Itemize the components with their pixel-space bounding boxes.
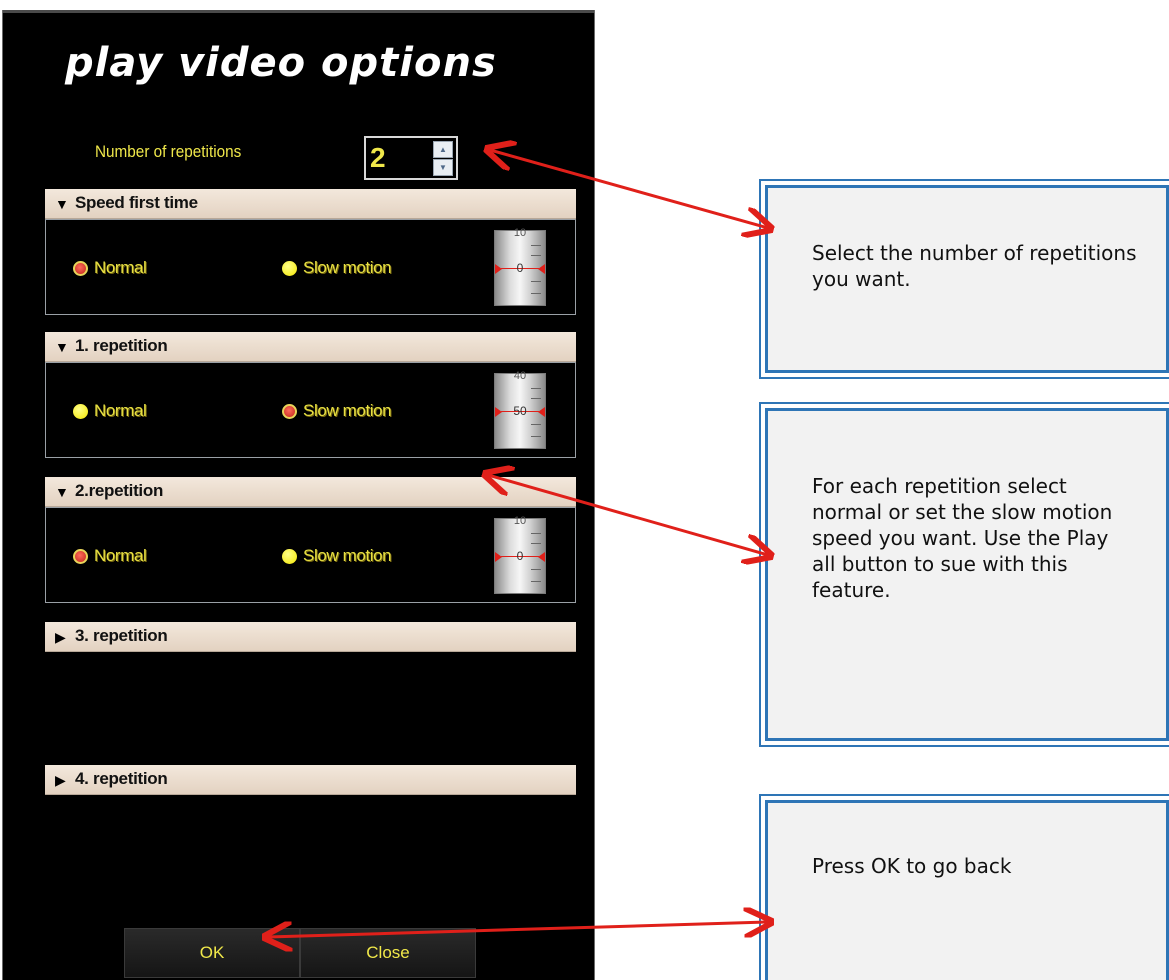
section-header-speed-first-time[interactable]: ▼ Speed first time <box>45 189 576 219</box>
speed-dial[interactable]: 40 50 <box>494 370 546 449</box>
dial-top-value: 40 <box>513 370 527 382</box>
section-body-repetition-2: Normal Slow motion 10 0 <box>45 507 576 603</box>
section-header-repetition-1[interactable]: ▼ 1. repetition <box>45 332 576 362</box>
triangle-right-icon: ▶ <box>55 629 66 645</box>
section-header-repetition-3[interactable]: ▶ 3. repetition <box>45 622 576 652</box>
radio-slow-motion[interactable]: Slow motion <box>282 258 392 278</box>
radio-normal[interactable]: Normal <box>73 401 147 421</box>
section-title: 3. repetition <box>75 626 168 645</box>
dial-value: 0 <box>516 261 524 275</box>
radio-unselected-icon <box>282 260 297 276</box>
spin-up-icon[interactable]: ▲ <box>433 141 453 158</box>
dialog-title: play video options <box>65 40 497 86</box>
dial-tick <box>531 293 541 294</box>
section-title: 1. repetition <box>75 336 168 355</box>
dial-tick <box>531 255 541 256</box>
dial-tick <box>531 281 541 282</box>
triangle-down-icon: ▼ <box>55 339 69 355</box>
dial-value: 0 <box>516 549 524 563</box>
triangle-down-icon: ▼ <box>55 196 69 212</box>
radio-label: Slow motion <box>303 401 392 420</box>
dial-tick <box>531 424 541 425</box>
radio-slow-motion[interactable]: Slow motion <box>282 401 392 421</box>
radio-selected-icon <box>73 548 88 564</box>
dial-tick <box>531 569 541 570</box>
dial-tick <box>531 388 541 389</box>
section-title: 4. repetition <box>75 769 168 788</box>
dial-top-value: 10 <box>513 227 527 239</box>
section-header-repetition-2[interactable]: ▼ 2.repetition <box>45 477 576 507</box>
dial-top-value: 10 <box>513 515 527 527</box>
callout-text: For each repetition select normal or set… <box>812 474 1113 602</box>
ok-button[interactable]: OK <box>124 928 300 978</box>
spin-down-icon[interactable]: ▼ <box>433 159 453 176</box>
dial-value: 50 <box>513 404 527 418</box>
callout-text: Press OK to go back <box>812 854 1012 878</box>
repetitions-spinner[interactable]: 2 ▲ ▼ <box>364 136 458 180</box>
radio-selected-icon <box>73 260 88 276</box>
radio-normal[interactable]: Normal <box>73 258 147 278</box>
radio-unselected-icon <box>73 403 88 419</box>
speed-dial[interactable]: 10 0 <box>494 227 546 306</box>
triangle-down-icon: ▼ <box>55 484 69 500</box>
dial-tick <box>531 436 541 437</box>
triangle-right-icon: ▶ <box>55 772 66 788</box>
radio-label: Normal <box>94 258 147 277</box>
repetitions-value[interactable]: 2 <box>370 142 386 174</box>
section-body-repetition-1: Normal Slow motion 40 50 <box>45 362 576 458</box>
radio-slow-motion[interactable]: Slow motion <box>282 546 392 566</box>
radio-normal[interactable]: Normal <box>73 546 147 566</box>
play-video-options-dialog: play video options Number of repetitions… <box>2 10 595 980</box>
dial-tick <box>531 398 541 399</box>
repetitions-label: Number of repetitions <box>95 142 242 161</box>
radio-label: Normal <box>94 401 147 420</box>
callout-text: Select the number of repetitions you wan… <box>812 241 1137 291</box>
section-header-repetition-4[interactable]: ▶ 4. repetition <box>45 765 576 795</box>
callout-speed: For each repetition select normal or set… <box>759 402 1169 747</box>
dial-tick <box>531 543 541 544</box>
radio-label: Normal <box>94 546 147 565</box>
callout-ok: Press OK to go back <box>759 794 1169 980</box>
section-title: 2.repetition <box>75 481 164 500</box>
callout-repetitions: Select the number of repetitions you wan… <box>759 179 1169 379</box>
dial-tick <box>531 245 541 246</box>
radio-label: Slow motion <box>303 546 392 565</box>
radio-unselected-icon <box>282 548 297 564</box>
section-body-speed-first-time: Normal Slow motion 10 0 <box>45 219 576 315</box>
dial-tick <box>531 533 541 534</box>
dialog-frame <box>3 10 594 13</box>
radio-label: Slow motion <box>303 258 392 277</box>
speed-dial[interactable]: 10 0 <box>494 515 546 594</box>
close-button[interactable]: Close <box>300 928 476 978</box>
dial-tick <box>531 581 541 582</box>
section-title: Speed first time <box>75 193 198 212</box>
radio-selected-icon <box>282 403 297 419</box>
